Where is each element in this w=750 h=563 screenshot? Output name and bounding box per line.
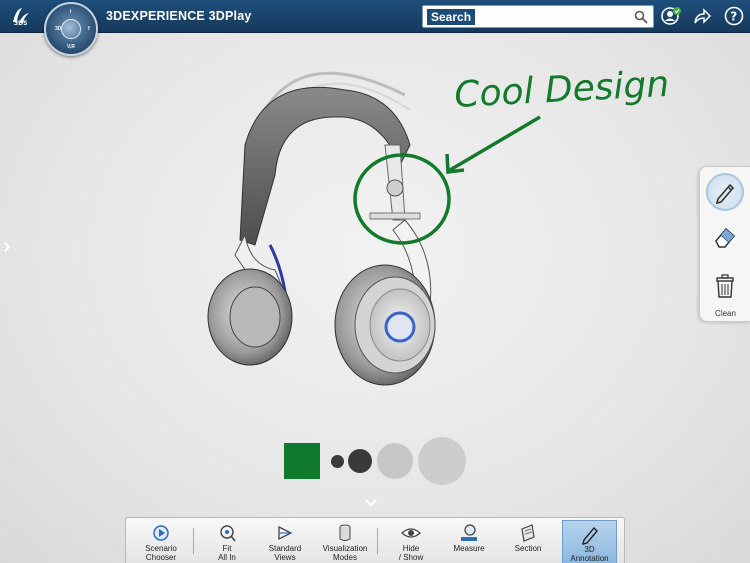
measure-button[interactable]: Measure [444, 520, 494, 563]
visualization-modes-button[interactable]: Visualization Modes [318, 520, 372, 563]
user-profile-icon[interactable] [661, 6, 681, 26]
toolbar-label: Fit All In [218, 544, 236, 562]
compass-label: i [70, 9, 72, 15]
toolbar-label: Section [514, 544, 542, 553]
pen-tool-button[interactable] [706, 173, 744, 211]
brush-size-large[interactable] [377, 443, 413, 479]
measure-icon [461, 524, 477, 541]
annotation-text: Cool Design [453, 64, 670, 116]
ds-logo-icon[interactable]: 3DS [10, 5, 32, 27]
toolbar-label: Measure [453, 544, 485, 553]
standard-views-icon [278, 525, 293, 541]
compass-play-icon[interactable] [61, 19, 81, 39]
share-icon[interactable] [692, 6, 712, 26]
chevron-right-icon[interactable] [2, 240, 12, 254]
brush-size-medium[interactable] [348, 449, 372, 473]
scenario-chooser-button[interactable]: Scenario Chooser [134, 520, 188, 563]
brush-size-xlarge[interactable] [418, 437, 466, 485]
chevron-down-icon[interactable] [364, 498, 378, 508]
annotation-sketch: Cool Design [353, 64, 670, 245]
fit-all-icon [220, 525, 236, 542]
toolbar-label: 3D Annotation [570, 545, 609, 563]
brush-size-small[interactable] [331, 455, 344, 468]
section-button[interactable]: Section [502, 520, 554, 563]
trash-icon [716, 274, 734, 298]
standard-views-button[interactable]: Standard Views [260, 520, 310, 563]
annotation-tools-panel: Clean [699, 166, 750, 322]
visualization-icon [339, 524, 351, 541]
bottom-toolbar: Scenario Chooser Fit All In Standard Vie… [125, 517, 625, 563]
clean-tool-button[interactable] [706, 267, 744, 305]
pencil-icon [715, 183, 735, 205]
toolbar-label: Visualization Modes [322, 544, 368, 562]
svg-text:3DS: 3DS [14, 20, 27, 27]
svg-text:?: ? [730, 10, 737, 24]
eraser-tool-button[interactable] [706, 217, 744, 255]
toolbar-label: Hide / Show [398, 544, 424, 562]
clean-label: Clean [715, 309, 736, 318]
help-icon[interactable]: ? [724, 6, 744, 26]
section-icon [521, 524, 535, 542]
search-input[interactable] [426, 8, 621, 25]
compass-label: 3D [55, 26, 62, 32]
toolbar-separator [377, 528, 378, 554]
hide-show-button[interactable]: Hide / Show [386, 520, 436, 563]
eraser-icon [715, 227, 736, 248]
fit-all-in-button[interactable]: Fit All In [202, 520, 252, 563]
annotation-pencil-icon [581, 526, 598, 545]
top-bar: 3DS 3DEXPERIENCE 3DPlay Search ? [0, 0, 750, 33]
toolbar-label: Scenario Chooser [145, 544, 177, 562]
toolbar-label: Standard Views [268, 544, 302, 562]
eye-icon [401, 528, 421, 538]
compass-label: f [88, 26, 90, 32]
compass-label: V,R [67, 44, 75, 50]
search-field[interactable]: Search [422, 5, 654, 28]
3d-annotation-button[interactable]: 3D Annotation [562, 520, 617, 563]
app-title: 3DEXPERIENCE 3DPlay [106, 9, 252, 23]
toolbar-separator [193, 528, 194, 554]
color-swatch[interactable] [284, 443, 320, 479]
scenario-icon [153, 525, 169, 541]
search-icon[interactable] [634, 10, 648, 24]
compass-widget[interactable]: 3D V,R i f [44, 2, 98, 56]
